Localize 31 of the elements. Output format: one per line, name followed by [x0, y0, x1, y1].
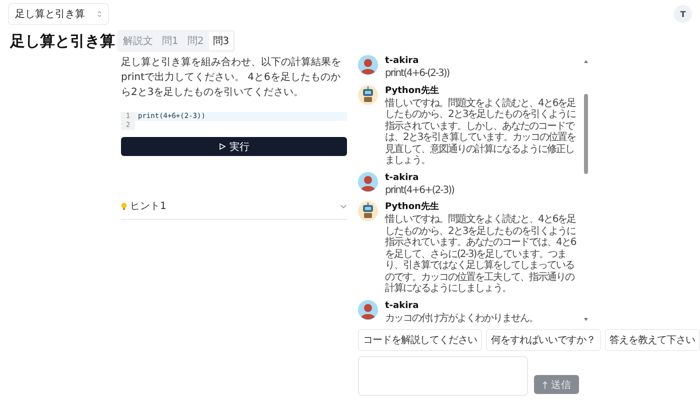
sender-name: Python先生 — [385, 202, 440, 213]
sender-name: t-akira — [385, 300, 420, 312]
message-text: print(4+6+(2-3)) — [385, 184, 455, 196]
message-text: print(4+6-(2-3)) — [385, 68, 450, 80]
suggestion-button[interactable]: 何をすればいいですか？ — [486, 329, 600, 351]
updown-caret-icon — [97, 10, 102, 18]
problem-text: 足し算と引き算を組み合わせ、以下の計算結果をprintで出力してください。 4と6を足したものから2と3を足したものを引いてください。 — [121, 56, 342, 100]
suggestion-button[interactable]: 答えを教えて下さい — [604, 329, 700, 351]
user-avatar-icon — [358, 300, 378, 320]
sender-name: Python先生 — [385, 86, 440, 96]
message-text: 惜しいですね。問題文をよく読むと、4と6を足したものから、2と3を足したものを引くように指示されています。しかし、あなたのコードでは、2と3を引き算しています。カッコの位置を見直して、意図通りの計算になるように修正しましょう。 — [385, 98, 577, 166]
user-avatar-icon — [358, 172, 378, 192]
user-avatar-icon — [358, 55, 378, 75]
sender-name: t-akira — [385, 172, 420, 184]
tab[interactable]: 問3 — [208, 32, 234, 50]
lightbulb-icon — [121, 202, 127, 210]
robot-icon — [358, 201, 378, 221]
sender-name: t-akira — [385, 56, 420, 67]
hint-title[interactable]: ヒント1 — [130, 199, 166, 213]
up-arrow-icon — [542, 380, 548, 388]
lesson-select[interactable]: 足し算と引き算 — [8, 3, 109, 25]
suggestion-button[interactable]: コードを解説してください — [358, 329, 482, 351]
chevron-icon[interactable] — [340, 204, 347, 208]
run-button[interactable]: 実行 — [121, 137, 347, 156]
message-text: カッコの付け方がよくわかりません。 — [385, 312, 539, 324]
robot-icon — [358, 84, 378, 104]
play-icon — [218, 143, 226, 150]
user-avatar[interactable]: T — [674, 5, 692, 23]
message-text: 惜しいですね。問題文をよく読むと、4と6を足したものから、2と3を足したものを引くように指示されています。あなたのコードでは、4と6を足して、さらに(2-3)を足しています。つまり、引き算ではなく足し算をしてしまっているのです。カッコの位置を工夫して、指示通りの計算になるようにしましょう。 — [385, 214, 578, 294]
message-input[interactable] — [358, 356, 528, 396]
page-title: 足し算と引き算 — [10, 32, 116, 50]
